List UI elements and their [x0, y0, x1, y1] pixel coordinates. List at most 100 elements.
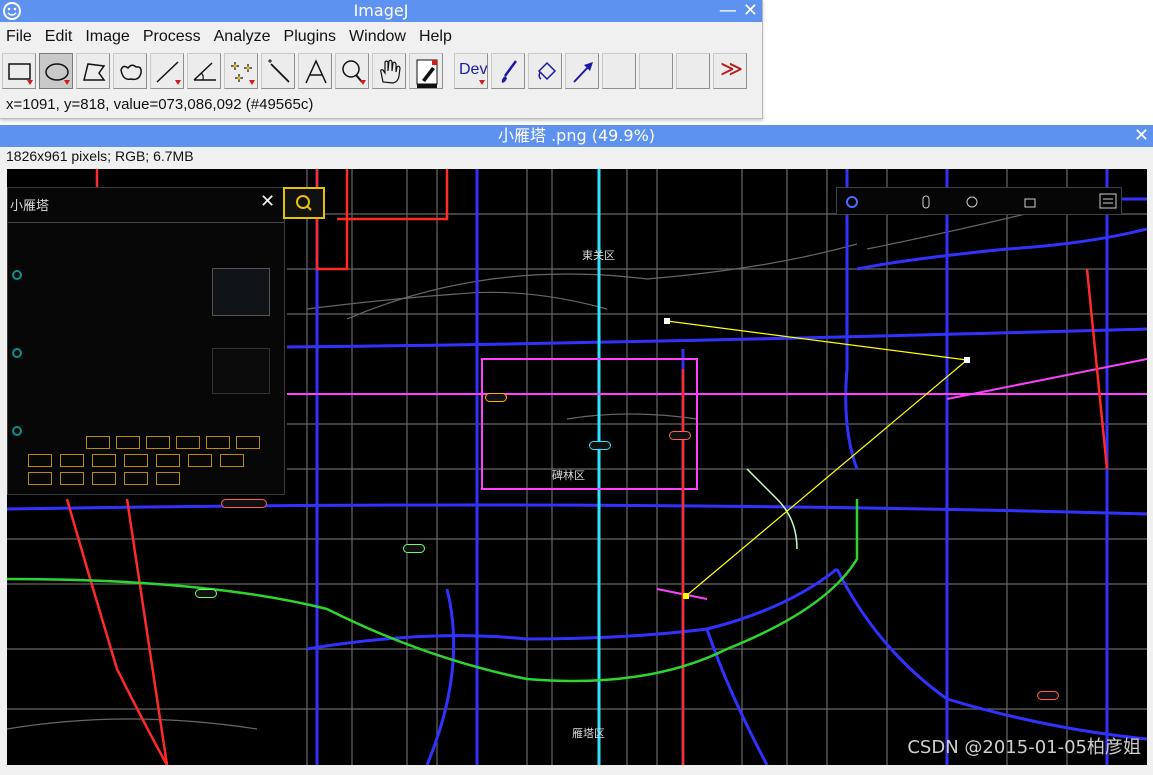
menu-process[interactable]: Process — [137, 25, 208, 49]
menu-analyze[interactable]: Analyze — [208, 25, 278, 49]
image-title: 小雁塔 .png (49.9%) — [497, 126, 656, 145]
roi-handle[interactable] — [683, 593, 689, 599]
location-pin-icon — [12, 426, 22, 436]
watermark: CSDN @2015-01-05柏彦姐 — [907, 737, 1141, 758]
empty-tool-slot — [676, 53, 710, 89]
tag-chip[interactable] — [60, 472, 84, 485]
district-label: 碑林区 — [552, 469, 585, 482]
search-button[interactable] — [283, 187, 325, 219]
search-box[interactable]: 小雁塔 ✕ — [8, 188, 284, 223]
search-input[interactable]: 小雁塔 — [10, 195, 49, 214]
poi-badge — [221, 499, 267, 508]
layers-icon[interactable] — [845, 195, 859, 209]
app-title: ImageJ — [353, 1, 409, 20]
imagej-app-icon — [3, 2, 21, 20]
tool-menu-indicator — [479, 80, 485, 85]
tag-chip[interactable] — [236, 436, 260, 449]
map-tool-bar — [836, 187, 1122, 215]
freehand-tool-icon — [120, 64, 142, 81]
poi-badge — [1037, 691, 1059, 700]
menu-file[interactable]: File — [0, 25, 39, 49]
line-tool-button[interactable] — [150, 53, 184, 89]
map-menu-icon[interactable] — [1099, 193, 1117, 209]
imagej-main-window: ImageJ — ✕ File Edit Image Process Analy… — [0, 0, 763, 119]
tag-chip[interactable] — [176, 436, 200, 449]
tag-chip[interactable] — [124, 472, 148, 485]
wand-tool-button[interactable] — [261, 53, 295, 89]
tag-chip[interactable] — [188, 454, 212, 467]
tag-chip[interactable] — [146, 436, 170, 449]
poi-badge — [403, 544, 425, 553]
tool-menu-indicator — [175, 80, 181, 85]
tag-chip[interactable] — [92, 454, 116, 467]
tag-chip[interactable] — [92, 472, 116, 485]
menu-plugins[interactable]: Plugins — [278, 25, 343, 49]
district-label: 東关区 — [582, 249, 615, 262]
district-label: 雁塔区 — [572, 727, 605, 740]
search-icon — [296, 195, 312, 211]
tag-chip[interactable] — [28, 454, 52, 467]
poi-badge — [195, 589, 217, 598]
dev-menu-icon: Dev — [459, 61, 488, 78]
tool-menu-indicator — [64, 80, 70, 85]
tag-chip[interactable] — [220, 454, 244, 467]
multipoint-tool-button[interactable] — [224, 53, 258, 89]
angle-tool-button[interactable] — [187, 53, 221, 89]
imagej-title-bar[interactable]: ImageJ — ✕ — [0, 0, 762, 22]
close-button[interactable]: ✕ — [743, 0, 758, 22]
traffic-icon[interactable] — [919, 195, 933, 209]
tag-chip[interactable] — [156, 454, 180, 467]
polygon-tool-button[interactable] — [76, 53, 110, 89]
color-picker-tool-button[interactable] — [409, 53, 443, 89]
arrow-tool-button[interactable] — [565, 53, 599, 89]
tag-chip[interactable] — [156, 472, 180, 485]
menu-edit[interactable]: Edit — [39, 25, 80, 49]
tag-chip[interactable] — [86, 436, 110, 449]
menu-window[interactable]: Window — [343, 25, 413, 49]
clear-search-icon[interactable]: ✕ — [260, 191, 275, 212]
text-tool-button[interactable] — [298, 53, 332, 89]
location-pin-icon — [12, 348, 22, 358]
search-result-panel[interactable]: 小雁塔 ✕ — [7, 187, 285, 495]
menu-image[interactable]: Image — [79, 25, 136, 49]
tag-chip[interactable] — [60, 454, 84, 467]
menu-bar: File Edit Image Process Analyze Plugins … — [0, 25, 459, 49]
image-title-bar[interactable]: 小雁塔 .png (49.9%) ✕ — [0, 125, 1153, 147]
flood-fill-tool-button[interactable] — [528, 53, 562, 89]
hand-tool-icon — [380, 59, 401, 84]
tag-chip[interactable] — [206, 436, 230, 449]
tag-chip[interactable] — [116, 436, 140, 449]
toolbar: Dev ≫ — [2, 53, 750, 91]
toolbox-icon[interactable] — [1023, 195, 1037, 209]
image-info: 1826x961 pixels; RGB; 6.7MB — [6, 148, 194, 164]
roi-handle[interactable] — [964, 357, 970, 363]
empty-tool-slot — [602, 53, 636, 89]
text-tool-icon — [305, 59, 327, 84]
tag-chip[interactable] — [124, 454, 148, 467]
poi-badge — [485, 393, 507, 402]
poi-badge — [669, 431, 691, 440]
poi-thumbnail — [212, 348, 270, 394]
image-window: 小雁塔 .png (49.9%) ✕ 1826x961 pixels; RGB;… — [0, 125, 1153, 775]
magnifier-tool-button[interactable] — [335, 53, 369, 89]
image-close-button[interactable]: ✕ — [1134, 125, 1149, 147]
more-tools-button[interactable]: ≫ — [713, 53, 747, 89]
tag-chip[interactable] — [28, 472, 52, 485]
wand-tool-icon — [268, 59, 290, 83]
dev-menu-button[interactable]: Dev — [454, 53, 488, 89]
share-icon[interactable] — [965, 195, 979, 209]
paintbrush-tool-button[interactable] — [491, 53, 525, 89]
oval-tool-button[interactable] — [39, 53, 73, 89]
menu-help[interactable]: Help — [413, 25, 459, 49]
tool-menu-indicator — [249, 80, 255, 85]
polygon-tool-icon — [83, 63, 106, 81]
roi-handle[interactable] — [664, 318, 670, 324]
freehand-tool-button[interactable] — [113, 53, 147, 89]
hand-tool-button[interactable] — [372, 53, 406, 89]
tool-menu-indicator — [360, 80, 366, 85]
rectangle-tool-button[interactable] — [2, 53, 36, 89]
image-canvas[interactable]: 東关区 碑林区 雁塔区 小雁塔 ✕ CSDN @2015-01-05柏彦姐 — [7, 169, 1147, 765]
minimize-button[interactable]: — — [719, 0, 737, 22]
poi-thumbnail — [212, 268, 270, 316]
color-picker-tool-icon — [416, 59, 438, 88]
